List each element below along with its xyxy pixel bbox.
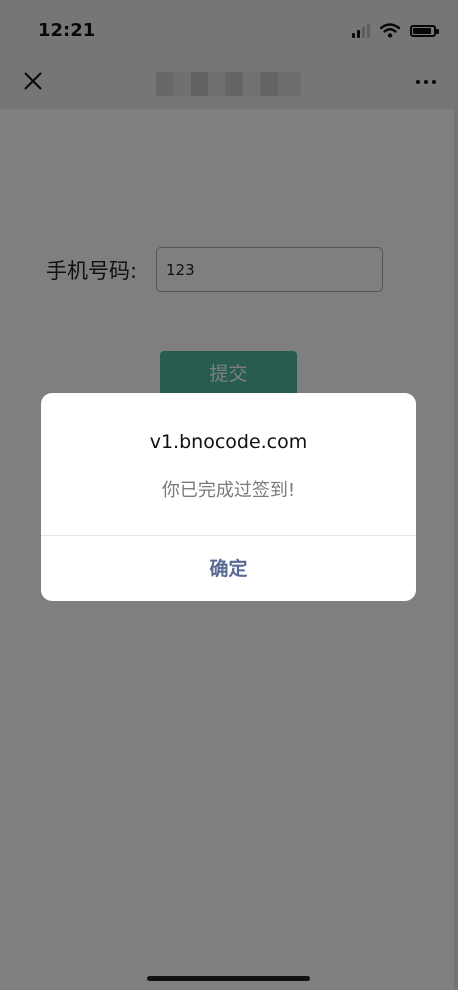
alert-dialog: v1.bnocode.com 你已完成过签到! 确定 <box>41 393 416 601</box>
dialog-title: v1.bnocode.com <box>149 431 308 453</box>
confirm-button[interactable]: 确定 <box>41 536 416 601</box>
home-indicator[interactable] <box>147 976 310 981</box>
dialog-message: 你已完成过签到! <box>161 480 296 501</box>
